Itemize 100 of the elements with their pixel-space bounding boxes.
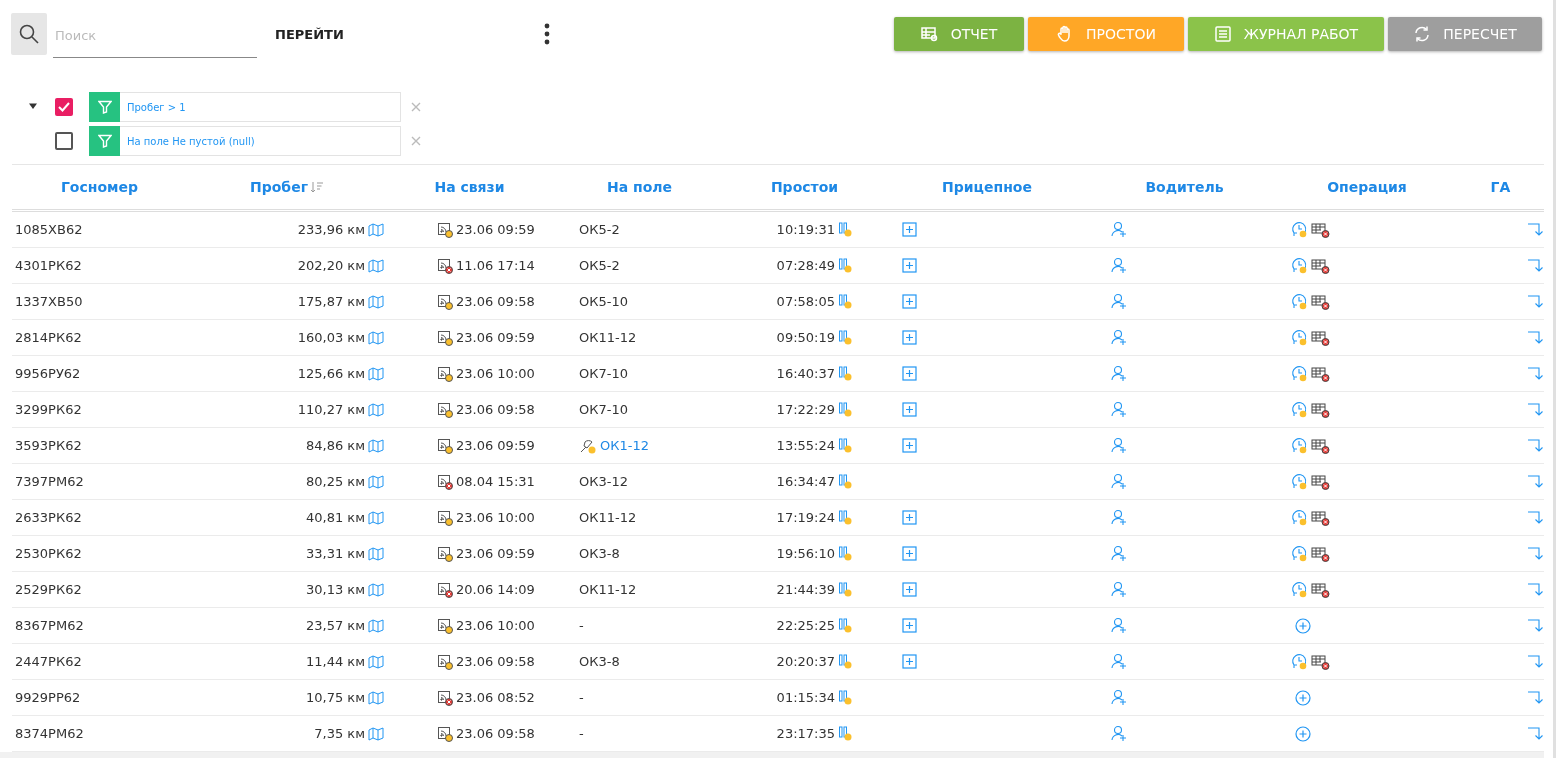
- map-icon[interactable]: [368, 546, 384, 561]
- table-error-icon[interactable]: [1311, 473, 1330, 490]
- turn-down-arrow-icon[interactable]: [1527, 438, 1544, 453]
- map-icon[interactable]: [368, 402, 384, 417]
- add-trailer-button[interactable]: [902, 294, 917, 309]
- turn-down-arrow-icon[interactable]: [1527, 294, 1544, 309]
- table-error-icon[interactable]: [1311, 329, 1330, 346]
- turn-down-arrow-icon[interactable]: [1527, 366, 1544, 381]
- mileage-value: 23,57 км: [306, 618, 365, 633]
- map-icon[interactable]: [368, 510, 384, 525]
- action-button[interactable]: ЖУРНАЛ РАБОТ: [1188, 17, 1384, 51]
- add-trailer-button[interactable]: [902, 258, 917, 273]
- add-trailer-button[interactable]: [902, 438, 917, 453]
- add-driver-icon[interactable]: [1111, 509, 1129, 526]
- last-seen-time: 23.06 09:59: [456, 546, 535, 561]
- column-header[interactable]: Прицепное: [942, 179, 1032, 195]
- map-icon[interactable]: [368, 726, 384, 741]
- add-trailer-button[interactable]: [902, 222, 917, 237]
- table-error-icon[interactable]: [1311, 257, 1330, 274]
- filter-checkbox[interactable]: [55, 98, 73, 116]
- column-header[interactable]: Пробег: [250, 179, 308, 195]
- turn-down-arrow-icon[interactable]: [1527, 654, 1544, 669]
- turn-down-arrow-icon[interactable]: [1527, 546, 1544, 561]
- add-trailer-button[interactable]: [902, 546, 917, 561]
- map-icon[interactable]: [368, 258, 384, 273]
- turn-down-arrow-icon[interactable]: [1527, 222, 1544, 237]
- idle-time: 16:40:37: [776, 366, 835, 381]
- table-error-icon[interactable]: [1311, 437, 1330, 454]
- table-error-icon[interactable]: [1311, 365, 1330, 382]
- table-error-icon[interactable]: [1311, 545, 1330, 562]
- table-error-icon[interactable]: [1311, 653, 1330, 670]
- add-trailer-button[interactable]: [902, 330, 917, 345]
- column-header[interactable]: Водитель: [1145, 179, 1224, 195]
- map-icon[interactable]: [368, 474, 384, 489]
- go-button[interactable]: ПЕРЕЙТИ: [271, 22, 348, 46]
- add-trailer-button[interactable]: [902, 366, 917, 381]
- column-header[interactable]: Простои: [770, 179, 839, 195]
- field-name: ОК11-12: [579, 510, 637, 525]
- add-driver-icon[interactable]: [1111, 581, 1129, 598]
- action-button[interactable]: ОТЧЕТ: [894, 17, 1024, 51]
- add-trailer-button[interactable]: [902, 402, 917, 417]
- column-header[interactable]: На связи: [434, 179, 505, 195]
- add-driver-icon[interactable]: [1111, 725, 1129, 742]
- turn-down-arrow-icon[interactable]: [1527, 690, 1544, 705]
- turn-down-arrow-icon[interactable]: [1527, 402, 1544, 417]
- action-button[interactable]: ПРОСТОИ: [1028, 17, 1184, 51]
- add-trailer-button[interactable]: [902, 618, 917, 633]
- field-link[interactable]: ОК1-12: [600, 438, 649, 453]
- table-error-icon[interactable]: [1311, 221, 1330, 238]
- add-operation-button[interactable]: [1295, 617, 1311, 634]
- map-icon[interactable]: [368, 222, 384, 237]
- add-trailer-button[interactable]: [902, 510, 917, 525]
- add-driver-icon[interactable]: [1111, 617, 1129, 634]
- turn-down-arrow-icon[interactable]: [1527, 258, 1544, 273]
- map-icon[interactable]: [368, 438, 384, 453]
- add-driver-icon[interactable]: [1111, 473, 1129, 490]
- table-error-icon[interactable]: [1311, 293, 1330, 310]
- turn-down-arrow-icon[interactable]: [1527, 510, 1544, 525]
- map-icon[interactable]: [368, 690, 384, 705]
- add-driver-icon[interactable]: [1111, 401, 1129, 418]
- filter-field[interactable]: На поле Не пустой (null): [89, 126, 401, 156]
- add-driver-icon[interactable]: [1111, 365, 1129, 382]
- turn-down-arrow-icon[interactable]: [1527, 474, 1544, 489]
- add-driver-icon[interactable]: [1111, 221, 1129, 238]
- filter-icon: [97, 100, 112, 114]
- map-icon[interactable]: [368, 654, 384, 669]
- add-driver-icon[interactable]: [1111, 293, 1129, 310]
- add-trailer-button[interactable]: [902, 654, 917, 669]
- table-error-icon[interactable]: [1311, 581, 1330, 598]
- search-button[interactable]: [11, 13, 47, 55]
- turn-down-arrow-icon[interactable]: [1527, 330, 1544, 345]
- table-error-icon[interactable]: [1311, 401, 1330, 418]
- turn-down-arrow-icon[interactable]: [1527, 582, 1544, 597]
- add-operation-button[interactable]: [1295, 725, 1311, 742]
- add-driver-icon[interactable]: [1111, 329, 1129, 346]
- filter-checkbox[interactable]: [55, 132, 73, 150]
- add-driver-icon[interactable]: [1111, 257, 1129, 274]
- turn-down-arrow-icon[interactable]: [1527, 726, 1544, 741]
- add-trailer-button[interactable]: [902, 582, 917, 597]
- map-icon[interactable]: [368, 366, 384, 381]
- column-header[interactable]: ГА: [1490, 179, 1511, 195]
- column-header[interactable]: На поле: [606, 179, 673, 195]
- action-button[interactable]: ПЕРЕСЧЕТ: [1388, 17, 1542, 51]
- field-name: ОК11-12: [579, 330, 637, 345]
- column-header[interactable]: Госномер: [60, 179, 139, 195]
- turn-down-arrow-icon[interactable]: [1527, 618, 1544, 633]
- more-menu-icon[interactable]: [543, 23, 550, 45]
- add-operation-button[interactable]: [1295, 689, 1311, 706]
- map-icon[interactable]: [368, 330, 384, 345]
- add-driver-icon[interactable]: [1111, 545, 1129, 562]
- last-seen-time: 23.06 10:00: [456, 618, 535, 633]
- table-error-icon[interactable]: [1311, 509, 1330, 526]
- filter-field[interactable]: Пробег > 1: [89, 92, 401, 122]
- map-icon[interactable]: [368, 618, 384, 633]
- add-driver-icon[interactable]: [1111, 653, 1129, 670]
- add-driver-icon[interactable]: [1111, 689, 1129, 706]
- map-icon[interactable]: [368, 294, 384, 309]
- map-icon[interactable]: [368, 582, 384, 597]
- column-header[interactable]: Операция: [1327, 179, 1407, 195]
- add-driver-icon[interactable]: [1111, 437, 1129, 454]
